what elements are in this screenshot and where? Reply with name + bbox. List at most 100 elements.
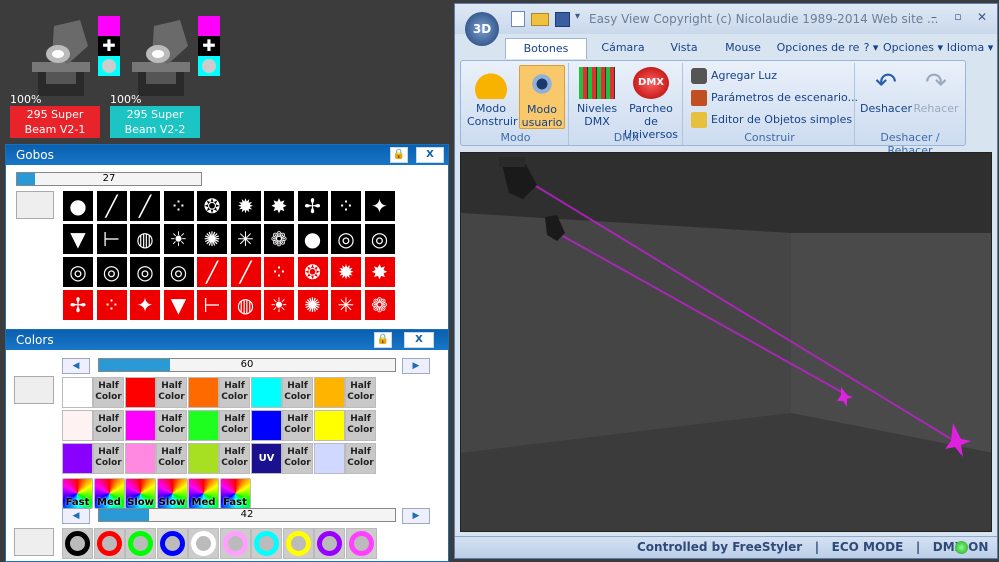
iris-color-ring[interactable] [125, 528, 156, 559]
gobo-slider[interactable]: 27 [16, 172, 202, 186]
gobo-cell[interactable]: ✹ [330, 256, 362, 288]
gobo-cell[interactable]: ◎ [330, 223, 362, 255]
half-color-button[interactable]: Half Color [282, 410, 313, 441]
gobo-cell[interactable]: ╱ [229, 256, 262, 288]
gobo-cell[interactable]: ✸ [263, 190, 295, 222]
lock-icon[interactable]: 🔒 [374, 332, 392, 348]
tab-camara[interactable]: Cámara [595, 38, 651, 59]
gobo-cell[interactable]: ◎ [129, 256, 161, 288]
gobo-cell[interactable]: ❂ [296, 256, 329, 288]
iris-color-ring[interactable] [156, 528, 188, 559]
gobo-cell[interactable]: ✺ [296, 289, 329, 321]
color-swatch[interactable] [125, 410, 156, 441]
fixture-2[interactable]: ✚ 100% 295 Super Beam V2-2 [110, 14, 220, 138]
modo-construir-button[interactable]: Modo Construir [467, 65, 518, 129]
niveles-dmx-button[interactable]: Niveles DMX [575, 65, 619, 129]
color-swatch[interactable] [125, 443, 156, 474]
gobo-cell[interactable]: ✳ [330, 289, 362, 321]
color-swatch[interactable] [125, 377, 156, 408]
gobo-cell[interactable]: ◎ [62, 256, 94, 288]
gobo-cell[interactable]: ❁ [363, 289, 396, 321]
scroll-left-button-2[interactable]: ◀ [62, 508, 90, 524]
half-color-button[interactable]: Half Color [93, 410, 124, 441]
color-swatch[interactable] [188, 377, 219, 408]
lock-icon[interactable]: 🔒 [390, 147, 408, 163]
gobo-cell[interactable]: ╱ [129, 190, 161, 222]
fixture-1[interactable]: ✚ 100% 295 Super Beam V2-1 [10, 14, 120, 138]
parametros-escenario-button[interactable]: Parámetros de escenario... [691, 89, 858, 107]
rehacer-button[interactable]: ↷ Rehacer [911, 65, 961, 129]
half-color-button[interactable]: Half Color [345, 377, 376, 408]
gobo-cell[interactable]: ◎ [363, 223, 396, 255]
agregar-luz-button[interactable]: Agregar Luz [691, 67, 777, 85]
half-color-button[interactable]: Half Color [93, 443, 124, 474]
gobo-cell[interactable]: ✦ [129, 289, 161, 321]
iris-color-ring[interactable] [251, 528, 282, 559]
gobo-cell[interactable]: ✢ [296, 190, 329, 222]
iris-color-ring[interactable] [93, 528, 125, 559]
color-wheel-speed-button[interactable]: Fast [219, 478, 251, 509]
gobo-cell[interactable]: ⊢ [196, 289, 228, 321]
deshacer-button[interactable]: ↶ Deshacer [859, 65, 913, 129]
half-color-button[interactable]: Half Color [282, 377, 313, 408]
color-slider[interactable]: 60 [98, 358, 396, 372]
scroll-right-button[interactable]: ▶ [402, 358, 430, 374]
gobo-cell[interactable]: ⁘ [162, 190, 195, 222]
tab-botones[interactable]: Botones estánd [505, 38, 587, 75]
gobo-cell[interactable]: ▼ [62, 223, 94, 255]
gobo-open-button[interactable] [16, 191, 54, 219]
iris-color-ring[interactable] [314, 528, 345, 559]
gobo-cell[interactable]: ◍ [129, 223, 161, 255]
iris-color-ring[interactable] [188, 528, 219, 559]
iris-color-ring[interactable] [219, 528, 251, 559]
gobo-cell[interactable]: ✸ [363, 256, 396, 288]
color-swatch[interactable] [314, 443, 345, 474]
open-folder-icon[interactable] [531, 13, 549, 26]
color-wheel-speed-button[interactable]: Med [188, 478, 219, 509]
editor-objetos-button[interactable]: Editor de Objetos simples [691, 111, 852, 129]
color-wheel-speed-button[interactable]: Med [93, 478, 125, 509]
tab-opciones-render[interactable]: Opciones de re [775, 38, 861, 59]
half-color-button[interactable]: Half Color [282, 443, 313, 474]
iris-color-ring[interactable] [345, 528, 377, 559]
gobo-cell[interactable]: ✢ [62, 289, 94, 321]
app-logo[interactable]: 3D [465, 12, 499, 46]
gobo-cell[interactable]: ● [296, 223, 329, 255]
gobo-cell[interactable]: ❁ [263, 223, 295, 255]
color-swatch[interactable] [251, 377, 282, 408]
tab-mouse[interactable]: Mouse [715, 38, 771, 59]
color-swatch[interactable] [62, 377, 93, 408]
gobo-cell[interactable]: ☀ [263, 289, 295, 321]
minimize-button[interactable]: – [925, 10, 943, 26]
gobo-cell[interactable]: ⁘ [263, 256, 295, 288]
3d-viewport[interactable] [460, 152, 992, 532]
color-wheel-speed-button[interactable]: Slow [156, 478, 188, 509]
color-swatch[interactable] [314, 377, 345, 408]
close-button[interactable]: X [404, 332, 434, 348]
half-color-button[interactable]: Half Color [219, 377, 250, 408]
half-color-button[interactable]: Half Color [219, 410, 250, 441]
half-color-button[interactable]: Half Color [156, 377, 187, 408]
gobo-cell[interactable]: ✹ [229, 190, 262, 222]
gobo-cell[interactable]: ⁘ [330, 190, 362, 222]
maximize-button[interactable]: ▫ [949, 10, 967, 26]
gobo-cell[interactable]: ⊢ [95, 223, 128, 255]
uv-color-swatch[interactable]: UV [251, 443, 282, 474]
color-open-button[interactable] [14, 376, 54, 404]
color-swatch[interactable] [62, 443, 93, 474]
scroll-left-button[interactable]: ◀ [62, 358, 90, 374]
gobo-cell[interactable]: ◎ [162, 256, 195, 288]
color-swatch[interactable] [188, 443, 219, 474]
new-file-icon[interactable] [511, 11, 525, 27]
fixture-label[interactable]: 295 Super Beam V2-1 [10, 106, 100, 138]
color-slider-2[interactable]: 42 [98, 508, 396, 522]
parcheo-universos-button[interactable]: DMX Parcheo de Universos [621, 65, 681, 141]
color-open-button-2[interactable] [14, 528, 54, 556]
half-color-button[interactable]: Half Color [156, 410, 187, 441]
gobo-cell[interactable]: ⁘ [95, 289, 128, 321]
gobo-cell[interactable]: ☀ [162, 223, 195, 255]
gobo-cell[interactable]: ▼ [162, 289, 195, 321]
iris-color-ring[interactable] [62, 528, 93, 559]
half-color-button[interactable]: Half Color [156, 443, 187, 474]
gobo-cell[interactable]: ✦ [363, 190, 396, 222]
